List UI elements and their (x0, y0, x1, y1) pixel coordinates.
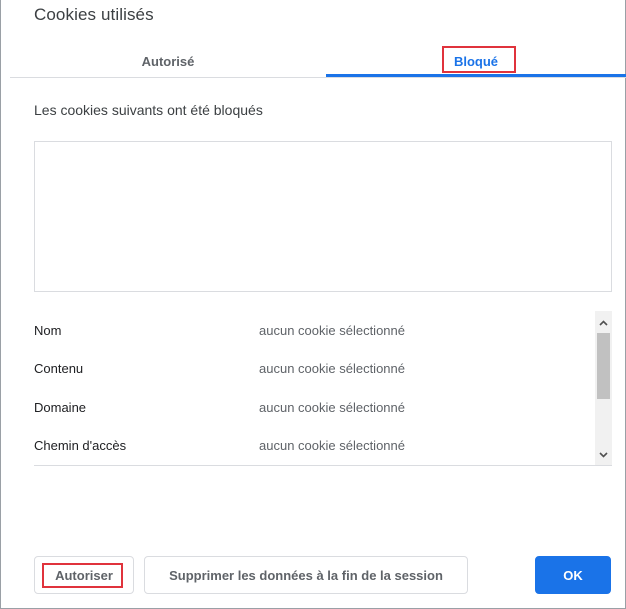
detail-label: Nom (34, 322, 62, 338)
details-scrollbar[interactable] (595, 311, 612, 465)
detail-value: aucun cookie sélectionné (259, 437, 405, 453)
blocked-cookies-list[interactable] (34, 141, 612, 292)
detail-value: aucun cookie sélectionné (259, 322, 405, 338)
scroll-up-icon[interactable] (595, 314, 612, 331)
cookie-details-panel: Nom aucun cookie sélectionné Contenu auc… (34, 311, 612, 466)
ok-button[interactable]: OK (535, 556, 611, 594)
detail-row-name: Nom aucun cookie sélectionné (34, 320, 589, 340)
selected-tab-indicator (326, 74, 626, 77)
detail-row-domain: Domaine aucun cookie sélectionné (34, 397, 589, 417)
blocked-cookies-description: Les cookies suivants ont été bloqués (34, 102, 263, 118)
annotation-box-allow-button (42, 563, 123, 588)
clear-on-exit-button[interactable]: Supprimer les données à la fin de la ses… (144, 556, 468, 594)
detail-label: Chemin d'accès (34, 437, 127, 453)
dialog-title: Cookies utilisés (34, 5, 154, 24)
cookies-dialog: Cookies utilisés Autorisé Bloqué Les coo… (0, 0, 626, 609)
annotation-box-blocked-tab (442, 46, 516, 73)
detail-row-path: Chemin d'accès aucun cookie sélectionné (34, 435, 589, 455)
detail-row-content: Contenu aucun cookie sélectionné (34, 358, 589, 378)
detail-label: Contenu (34, 360, 84, 376)
detail-value: aucun cookie sélectionné (259, 360, 405, 376)
scroll-thumb[interactable] (597, 333, 610, 399)
tab-strip: Autorisé Bloqué (10, 46, 626, 78)
scroll-down-icon[interactable] (595, 446, 612, 463)
detail-value: aucun cookie sélectionné (259, 399, 405, 415)
detail-label: Domaine (34, 399, 87, 415)
tab-allowed[interactable]: Autorisé (10, 46, 326, 77)
